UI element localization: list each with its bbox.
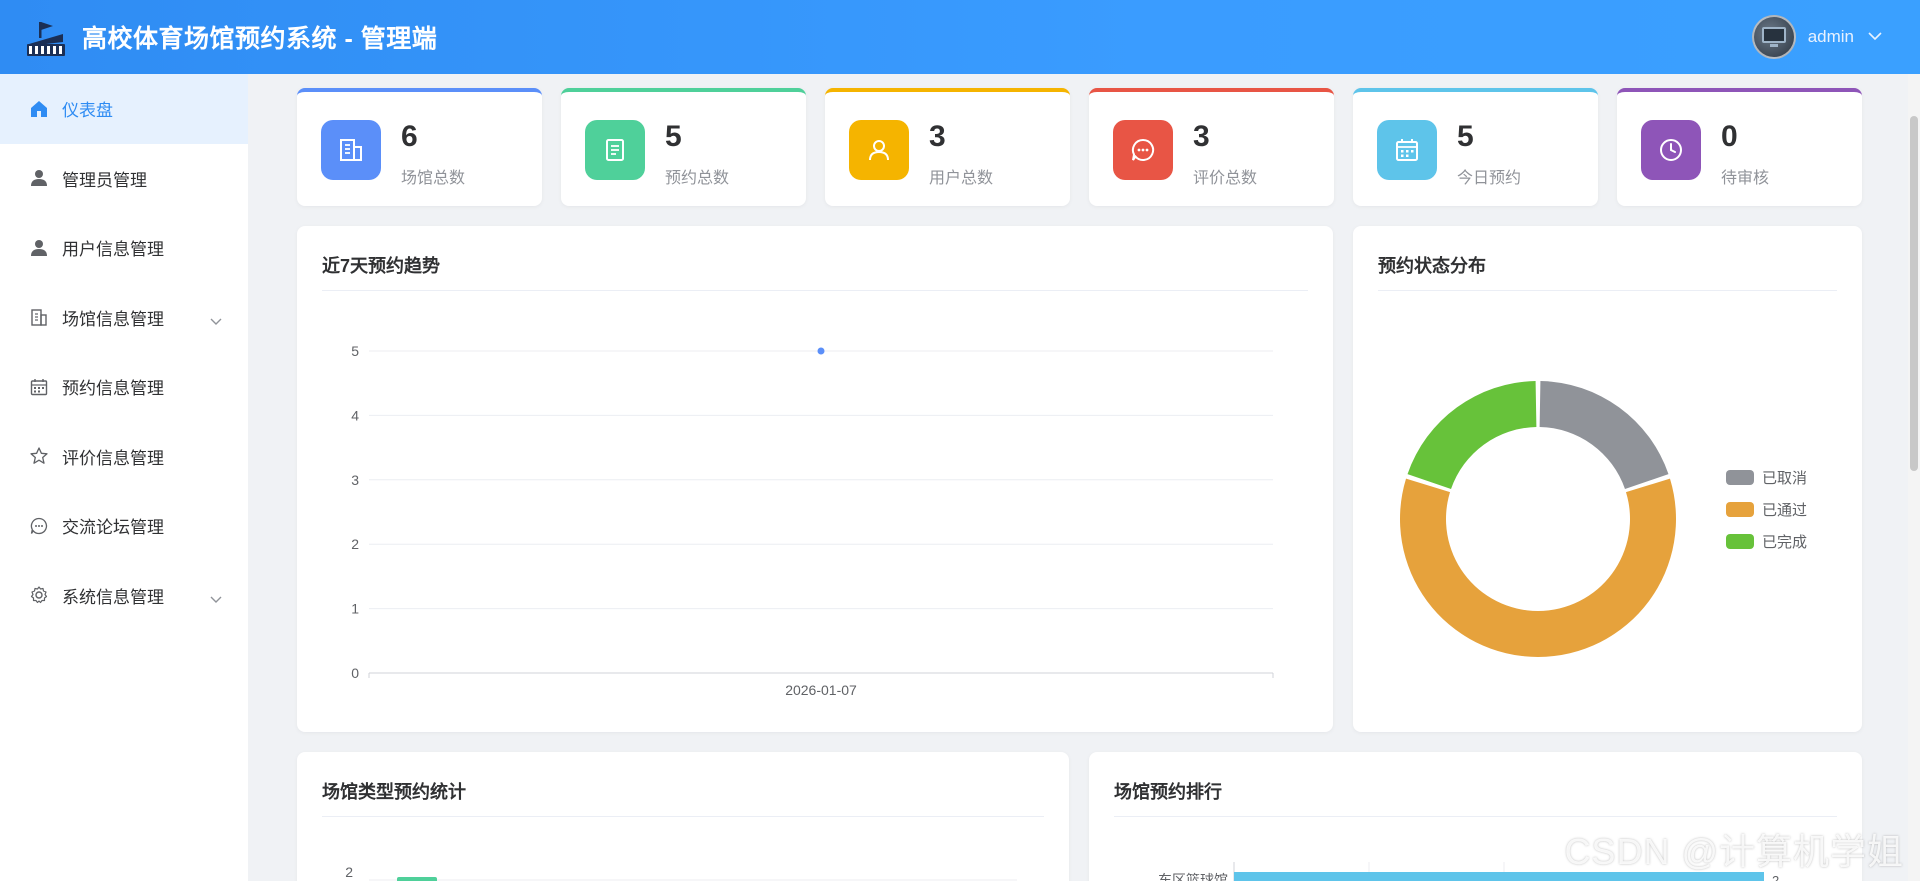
- sidebar-item-label: 交流论坛管理: [62, 518, 164, 538]
- building-icon: [28, 306, 50, 328]
- legend-swatch: [1726, 502, 1754, 517]
- main-content: 6 场馆总数 5 预约总数 3 用户总数 3 评价总数 5 今日预约 0 待审核: [248, 74, 1908, 881]
- building-icon: [321, 120, 381, 180]
- home-icon: [28, 98, 50, 120]
- legend-item-completed[interactable]: 已完成: [1726, 531, 1807, 552]
- x-tick-label: 2026-01-07: [785, 682, 857, 698]
- sidebar-item-bookings[interactable]: 预约信息管理: [0, 352, 248, 422]
- username[interactable]: admin: [1808, 27, 1854, 47]
- legend-label: 已通过: [1762, 502, 1808, 519]
- stat-value: 3: [929, 120, 946, 153]
- donut-slice: [1539, 381, 1669, 490]
- avatar[interactable]: [1751, 15, 1796, 59]
- sidebar-item-label: 用户信息管理: [62, 240, 164, 260]
- user-icon: [849, 120, 909, 180]
- logo-icon: [24, 15, 68, 59]
- stat-value: 5: [1457, 120, 1474, 153]
- stat-value: 5: [665, 120, 682, 153]
- chevron-down-icon[interactable]: [210, 589, 222, 609]
- stat-label: 场馆总数: [401, 170, 466, 187]
- chat-icon: [1113, 120, 1173, 180]
- sidebar-item-users[interactable]: 用户信息管理: [0, 213, 248, 283]
- status-panel: 预约状态分布 已取消 已通过 已完成: [1353, 226, 1862, 732]
- stat-value: 0: [1721, 120, 1738, 153]
- stat-label: 今日预约: [1457, 170, 1522, 187]
- donut-slice: [1400, 478, 1676, 657]
- sidebar-item-system[interactable]: 系统信息管理: [0, 561, 248, 631]
- sidebar-item-venues[interactable]: 场馆信息管理: [0, 283, 248, 353]
- watermark: CSDN @计算机学姐: [1564, 831, 1904, 872]
- stat-label: 预约总数: [665, 170, 730, 187]
- sidebar-item-forum[interactable]: 交流论坛管理: [0, 491, 248, 561]
- trend-line-chart: 0 1 2 3 4 5 2026-01-07: [351, 343, 1274, 698]
- data-point: [817, 347, 825, 355]
- scrollbar-thumb[interactable]: [1910, 116, 1918, 471]
- legend-label: 已取消: [1762, 470, 1808, 487]
- stat-value: 6: [401, 120, 418, 153]
- category-label: 东区篮球馆: [1158, 872, 1228, 881]
- stat-card-pending: 0 待审核: [1617, 88, 1862, 206]
- y-tick-label: 1: [351, 601, 359, 617]
- bar: [397, 877, 437, 881]
- clock-icon: [1641, 120, 1701, 180]
- legend-swatch: [1726, 470, 1754, 485]
- legend-swatch: [1726, 534, 1754, 549]
- stat-card-users: 3 用户总数: [825, 88, 1070, 206]
- sidebar-item-reviews[interactable]: 评价信息管理: [0, 422, 248, 492]
- sidebar-item-label: 评价信息管理: [62, 448, 164, 468]
- user-icon: [28, 237, 50, 259]
- stat-card-venues: 6 场馆总数: [297, 88, 542, 206]
- stat-card-reviews: 3 评价总数: [1089, 88, 1334, 206]
- sidebar: 仪表盘 管理员管理 用户信息管理 场馆信息管理 预约信息管理 评价信息管理 交流…: [0, 74, 248, 881]
- app-title: 高校体育场馆预约系统 - 管理端: [82, 25, 438, 53]
- sidebar-item-label: 仪表盘: [62, 101, 113, 121]
- star-icon: [28, 445, 50, 467]
- calendar-icon: [1377, 120, 1437, 180]
- y-tick-label: 2: [351, 536, 359, 552]
- sidebar-item-label: 场馆信息管理: [62, 309, 164, 329]
- stat-card-today: 5 今日预约: [1353, 88, 1598, 206]
- document-icon: [585, 120, 645, 180]
- user-menu[interactable]: admin: [1751, 15, 1882, 59]
- legend-label: 已完成: [1762, 534, 1808, 551]
- stat-label: 评价总数: [1193, 170, 1258, 187]
- sidebar-item-admin[interactable]: 管理员管理: [0, 144, 248, 214]
- stat-value: 3: [1193, 120, 1210, 153]
- sidebar-item-label: 管理员管理: [62, 170, 147, 190]
- legend-item-cancelled[interactable]: 已取消: [1726, 467, 1807, 488]
- sidebar-item-label: 预约信息管理: [62, 379, 164, 399]
- stat-label: 待审核: [1721, 170, 1770, 187]
- venue-type-panel: 场馆类型预约统计 2: [297, 752, 1069, 881]
- chevron-down-icon[interactable]: [1868, 28, 1882, 46]
- stat-label: 用户总数: [929, 170, 994, 187]
- stat-card-bookings: 5 预约总数: [561, 88, 806, 206]
- gear-icon: [28, 584, 50, 606]
- legend-item-approved[interactable]: 已通过: [1726, 499, 1807, 520]
- donut-slice: [1407, 381, 1537, 490]
- y-tick-label: 3: [351, 472, 359, 488]
- sidebar-item-dashboard[interactable]: 仪表盘: [0, 74, 248, 144]
- sidebar-item-label: 系统信息管理: [62, 587, 164, 607]
- y-tick-label: 2: [345, 864, 353, 880]
- chat-icon: [28, 515, 50, 537]
- y-tick-label: 0: [351, 665, 359, 681]
- top-header: 高校体育场馆预约系统 - 管理端 admin: [0, 0, 1920, 74]
- user-icon: [28, 167, 50, 189]
- chevron-down-icon[interactable]: [210, 311, 222, 331]
- venue-type-bar-chart: 2: [345, 864, 1017, 881]
- trend-panel: 近7天预约趋势 0 1 2 3 4 5 2026-01-07: [297, 226, 1333, 732]
- y-tick-label: 4: [351, 407, 359, 423]
- y-tick-label: 5: [351, 343, 359, 359]
- calendar-icon: [28, 376, 50, 398]
